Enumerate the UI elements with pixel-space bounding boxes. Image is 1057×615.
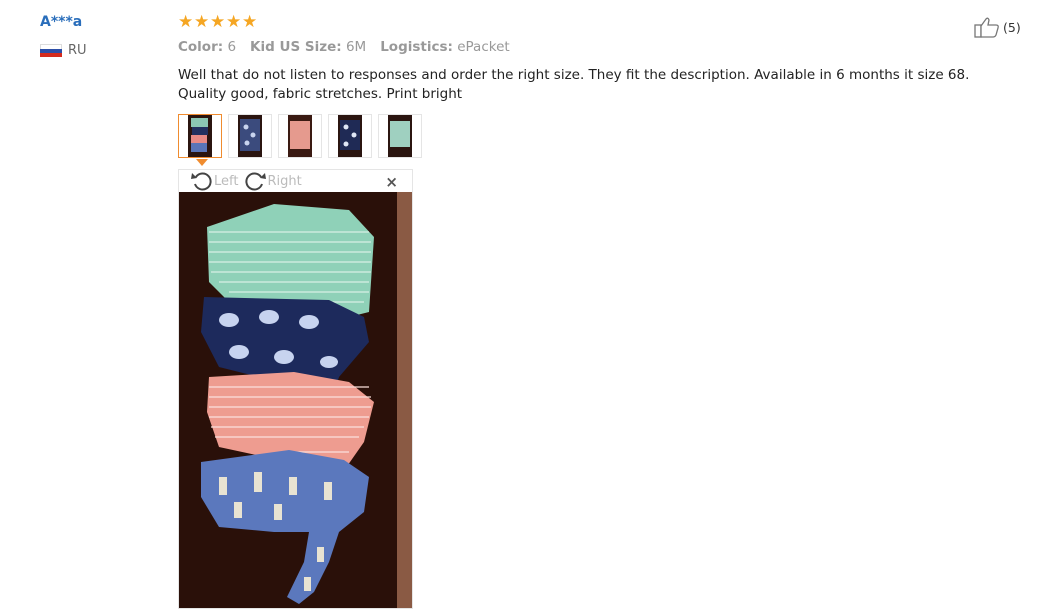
star-icon: ★ (242, 12, 258, 32)
logistics-value: ePacket (457, 39, 510, 55)
review-thumbnail[interactable] (178, 114, 222, 158)
logistics-label: Logistics: (380, 39, 453, 55)
color-value: 6 (227, 39, 237, 55)
rotate-left-button[interactable]: Left (191, 171, 238, 191)
review-thumbnail[interactable] (228, 114, 272, 158)
star-icon: ★ (194, 12, 210, 32)
review-thumbnail[interactable] (378, 114, 422, 158)
review-thumbnail[interactable] (278, 114, 322, 158)
reviewer-country: RU (40, 43, 87, 58)
clothes-photo-icon (288, 115, 312, 157)
color-label: Color: (178, 39, 224, 55)
star-icon: ★ (226, 12, 242, 32)
selected-thumbnail-arrow (196, 159, 208, 166)
rotate-left-icon (191, 172, 212, 191)
clothes-photo-icon (388, 115, 412, 157)
review-text: Well that do not listen to responses and… (178, 67, 970, 102)
rotate-right-label: Right (267, 173, 302, 189)
clothes-photo-icon (188, 115, 212, 157)
reviewer-name: A***a (40, 14, 83, 30)
thumbs-up-icon (974, 17, 999, 38)
rotate-left-label: Left (214, 173, 239, 189)
rotate-right-button[interactable]: Right (244, 171, 302, 191)
viewer-toolbar: Left Right × (179, 170, 412, 192)
review-photo (179, 192, 412, 608)
star-icon: ★ (210, 12, 226, 32)
russia-flag-icon (40, 43, 62, 58)
clothes-photo-icon (238, 115, 262, 157)
size-info: Kid US Size: 6M (250, 39, 366, 55)
color-info: Color: 6 (178, 39, 236, 55)
clothes-photo-icon (338, 115, 362, 157)
star-icon: ★ (178, 12, 194, 32)
size-label: Kid US Size: (250, 39, 342, 55)
size-value: 6M (345, 39, 367, 55)
image-viewer: Left Right × (178, 169, 413, 609)
logistics-info: Logistics: ePacket (380, 39, 510, 55)
helpful-button[interactable]: (5) (974, 16, 1021, 38)
close-viewer-button[interactable]: × (385, 173, 398, 191)
rotate-right-icon (245, 172, 267, 191)
review-thumbnail[interactable] (328, 114, 372, 158)
review-thumbnails (178, 114, 422, 158)
rating-stars: ★ ★ ★ ★ ★ (178, 12, 258, 32)
helpful-count: (5) (1003, 19, 1021, 35)
country-code: RU (68, 43, 87, 58)
order-info: Color: 6 Kid US Size: 6M Logistics: ePac… (178, 39, 510, 55)
